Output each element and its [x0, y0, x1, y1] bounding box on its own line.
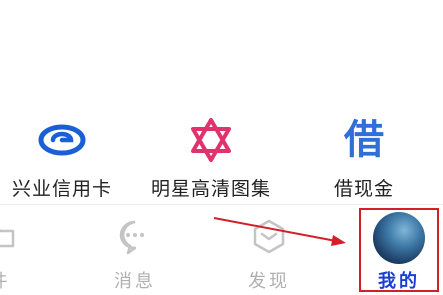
annotation-highlight-box [359, 208, 439, 292]
app-label-xingye-credit-card: 兴业信用卡 [11, 178, 112, 200]
app-item-xingye-credit-card[interactable]: 兴业信用卡 [0, 108, 137, 203]
xingye-bank-icon [38, 124, 86, 156]
hexagon-discover-icon [253, 219, 285, 254]
app-grid: 兴业信用卡 明星高清图集 借 借现金 [0, 0, 443, 205]
cash-loan-icon: 借 [344, 117, 384, 163]
folder-icon [0, 228, 15, 248]
tab-messages-label: 消息 [114, 271, 156, 292]
tab-files-label: 件 [0, 267, 55, 293]
star-of-david-icon [191, 118, 231, 162]
tab-messages[interactable]: 消息 [80, 205, 190, 295]
tab-discover[interactable]: 发现 [214, 205, 324, 295]
app-label-cash-loan: 借现金 [333, 178, 394, 200]
tab-discover-label: 发现 [248, 271, 290, 292]
app-item-celebrity-gallery[interactable]: 明星高清图集 [136, 108, 286, 203]
app-label-celebrity-gallery: 明星高清图集 [150, 178, 271, 200]
chat-bubble-icon [119, 220, 144, 255]
app-item-cash-loan[interactable]: 借 借现金 [289, 108, 439, 203]
tab-files[interactable]: 件 [0, 205, 55, 295]
